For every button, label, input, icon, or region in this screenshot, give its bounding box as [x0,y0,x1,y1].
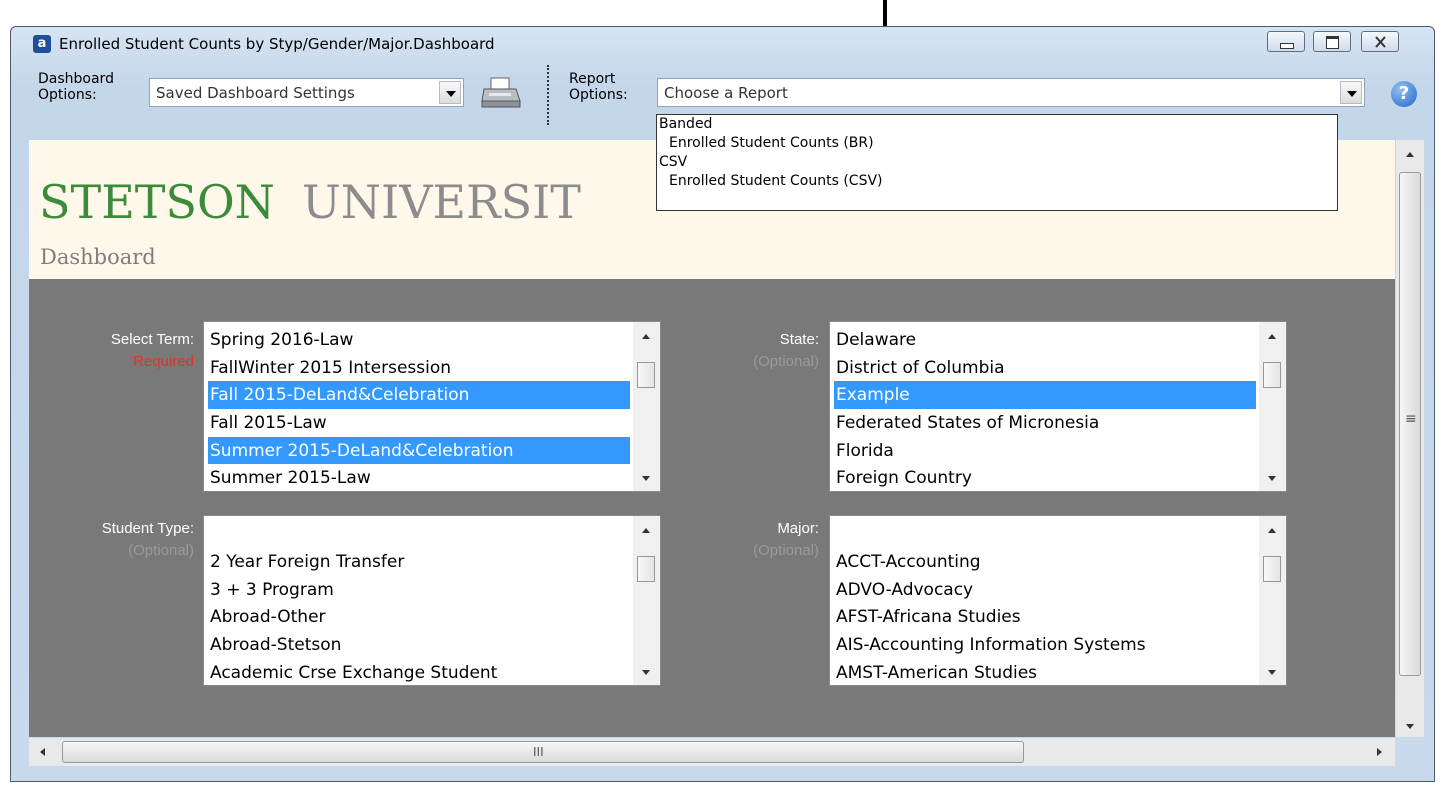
app-icon: a [33,35,51,53]
list-item[interactable] [834,520,1256,548]
list-item[interactable]: Spring 2016-Law [208,326,630,354]
vertical-scroll-thumb[interactable]: ≡ [1399,172,1421,676]
scroll-up-icon[interactable] [1406,152,1414,157]
list-item[interactable]: Foreign Country [834,464,1256,491]
list-item[interactable]: Federated States of Micronesia [834,409,1256,437]
dashboard-content: STETSON UNIVERSIT Dashboard Select Term:… [29,140,1395,737]
scroll-thumb[interactable] [1263,362,1281,388]
list-item[interactable]: AIS-Accounting Information Systems [834,631,1256,659]
state-optional-note: (Optional) [753,353,819,370]
scroll-right-icon[interactable] [1377,748,1382,756]
major-optional-note: (Optional) [753,542,819,559]
list-item[interactable]: Abroad-Other [208,603,630,631]
list-item[interactable]: FallWinter 2015 Intersession [208,354,630,382]
list-item[interactable]: AMST-American Studies [834,659,1256,685]
list-item[interactable]: District of Columbia [834,354,1256,382]
scroll-left-icon[interactable] [40,748,45,756]
chevron-down-icon[interactable] [439,81,461,104]
report-options-select[interactable]: Choose a Report [657,78,1365,107]
state-listbox[interactable]: Delaware District of Columbia Example Feder… [829,321,1287,492]
close-icon [1375,36,1386,48]
chevron-down-icon[interactable] [1340,81,1362,104]
list-item[interactable]: AFST-Africana Studies [834,603,1256,631]
report-options-value: Choose a Report [664,84,788,102]
list-item[interactable]: ADVO-Advocacy [834,576,1256,604]
term-listbox[interactable]: Spring 2016-Law FallWinter 2015 Intersess… [203,321,661,492]
list-item[interactable]: Fall 2015-Law [208,409,630,437]
select-term-label: Select Term: [110,331,194,348]
listbox-scrollbar[interactable] [1259,322,1286,491]
list-item[interactable]: Abroad-Stetson [208,631,630,659]
major-label: Major: [777,520,819,537]
list-item[interactable]: ACCT-Accounting [834,548,1256,576]
dropdown-group-label: CSV [659,154,688,170]
horizontal-scrollbar[interactable]: III [29,738,1395,766]
printer-icon [481,77,521,108]
restore-icon [1326,36,1339,49]
minimize-button[interactable] [1267,31,1305,52]
scroll-up-icon[interactable] [1268,334,1276,339]
scroll-grip: ≡ [1405,411,1417,427]
help-icon[interactable]: ? [1391,81,1417,107]
dropdown-report-item[interactable]: Enrolled Student Counts (CSV) [657,172,1337,191]
university-name-part2: UNIVERSIT [302,175,581,229]
list-item[interactable]: 2 Year Foreign Transfer [208,548,630,576]
list-item[interactable]: Academic Crse Exchange Student [208,659,630,685]
scroll-up-icon[interactable] [1268,528,1276,533]
list-item[interactable]: Delaware [834,326,1256,354]
toolbar-separator [547,65,549,125]
list-item[interactable]: 3 + 3 Program [208,576,630,604]
dashboard-options-select[interactable]: Saved Dashboard Settings [149,78,464,107]
print-button[interactable] [481,77,521,113]
dropdown-report-item[interactable]: Enrolled Student Counts (BR) [657,134,1337,153]
window-title: Enrolled Student Counts by Styp/Gender/M… [59,35,495,53]
list-item[interactable] [208,520,630,548]
major-listbox[interactable]: ACCT-Accounting ADVO-Advocacy AFST-African… [829,515,1287,686]
student-type-label: Student Type: [101,520,194,537]
minimize-icon [1280,43,1294,49]
report-options-dropdown: Banded Enrolled Student Counts (BR) CSV Enr… [656,114,1338,211]
horizontal-scroll-thumb[interactable]: III [62,741,1024,763]
dashboard-subtitle: Dashboard [40,245,156,269]
list-item[interactable]: Florida [834,437,1256,465]
scroll-down-icon[interactable] [1268,670,1276,675]
student-type-optional-note: (Optional) [128,542,194,559]
dashboard-options-label: Dashboard Options: [38,71,114,103]
scroll-down-icon[interactable] [1406,724,1414,729]
report-options-label: Report Options: [569,71,628,103]
vertical-scrollbar[interactable]: ≡ [1396,140,1424,737]
list-item[interactable]: Summer 2015-Law [208,464,630,491]
scroll-down-icon[interactable] [642,670,650,675]
scroll-grip: III [533,745,544,759]
list-item[interactable]: Summer 2015-DeLand&Celebration [208,436,630,465]
dashboard-options-value: Saved Dashboard Settings [156,84,355,102]
scroll-down-icon[interactable] [642,476,650,481]
state-label: State: [779,331,819,348]
listbox-scrollbar[interactable] [1259,516,1286,685]
dropdown-group-label: Banded [659,116,713,132]
scroll-thumb[interactable] [1263,556,1281,582]
student-type-listbox[interactable]: 2 Year Foreign Transfer 3 + 3 Program Abro… [203,515,661,686]
restore-button[interactable] [1313,31,1351,52]
list-item[interactable]: Fall 2015-DeLand&Celebration [208,381,630,410]
scroll-down-icon[interactable] [1268,476,1276,481]
select-term-required-note: Required [133,353,194,370]
university-name-part1: STETSON [39,175,275,229]
list-item[interactable]: Example [834,381,1256,410]
close-button[interactable] [1361,31,1399,52]
